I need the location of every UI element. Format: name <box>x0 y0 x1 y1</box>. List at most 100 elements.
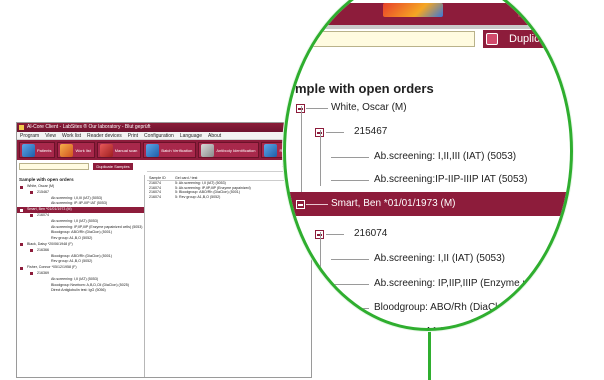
tree-row-label: Ab.screening: I,II (IAT) (5053) <box>51 218 99 223</box>
window-title: Al-Core Client - LabSites ® Our laborato… <box>27 124 151 130</box>
worklist-icon[interactable] <box>383 3 443 17</box>
collapse-icon[interactable] <box>296 200 305 209</box>
tree-row-label: Ab.screening: IP,IIP,IIIP (Enzyme papain… <box>51 224 143 229</box>
tree-row-label: Ab.screening: I,II,III (IAT) (5053) <box>51 195 103 200</box>
tree-row-label: Fisher, Connor *05/12/1958 (F) <box>27 265 77 270</box>
table-cell: 5: Rev group: A1,B,O (5052) <box>175 194 221 199</box>
zoom-tree-row-label: Bloodgroup: ABO/Rh (DiaClon) (5001) <box>374 302 544 313</box>
collapse-icon[interactable] <box>30 214 33 218</box>
column-test[interactable]: Gel card / test <box>175 175 197 180</box>
tree-guide-line <box>301 106 302 192</box>
table-cell: 216074 <box>149 194 161 199</box>
zoom-tree-row[interactable]: Ab.screening: I,II (IAT) (5053) <box>286 247 570 271</box>
tree-connector <box>326 132 344 133</box>
magnified-view: Duplic mple with open orders White, Osca… <box>283 0 573 331</box>
tree-connector <box>331 157 369 158</box>
collapse-icon[interactable] <box>20 266 23 270</box>
tree-connector <box>331 284 369 285</box>
main-toolbar: Patients Work list Manual scan Batch Verifi… <box>17 140 311 160</box>
zoom-tree-row[interactable]: 215467 <box>286 120 570 144</box>
collapse-icon[interactable] <box>20 208 23 212</box>
open-orders-tree: White, Oscar (M) 215467 Ab.screening: I,II… <box>17 184 144 294</box>
tree-row-label: Smart, Ben *01/01/1973 (M) <box>27 207 72 212</box>
zoom-tree-row[interactable]: Ab.screening:IP-IIP-IIIP IAT (5053) <box>286 168 570 192</box>
worklist-icon <box>60 143 74 157</box>
collapse-icon[interactable] <box>30 249 33 253</box>
toolbar-button[interactable]: Manual scan <box>96 142 142 158</box>
zoom-tree-row-label: Ab.screening:IP-IIP-IIIP IAT (5053) <box>374 174 528 185</box>
toolbar-button[interactable]: Batch Verification <box>143 142 197 158</box>
zoom-tree-row[interactable]: Bloodgroup: ABO/Rh (DiaClon) (5001) <box>286 296 570 320</box>
zoom-tree-row-label: Rev group: A1,B,O (5052) <box>374 326 489 328</box>
zoom-tree-row[interactable]: Ab.screening: IP,IIP,IIIP (Enzyme papani… <box>286 272 570 296</box>
toolbar-button-label: Batch Verification <box>161 147 193 153</box>
zoom-tree-row[interactable]: Smart, Ben *01/01/1973 (M) <box>286 192 570 216</box>
collapse-icon[interactable] <box>20 185 23 189</box>
toolbar-button-label: Antibody Identification <box>216 147 256 153</box>
tree-row-label: Ab.screening: I,II (IAT) (5053) <box>51 276 99 281</box>
sample-search-input[interactable] <box>19 163 89 170</box>
tree-connector <box>331 180 369 181</box>
antibody-id-icon <box>201 143 215 157</box>
tree-connector <box>326 234 344 235</box>
zoom-tree-row-label: Smart, Ben *01/01/1973 (M) <box>331 198 456 209</box>
app-logo-icon <box>19 125 24 130</box>
zoom-tree-row[interactable]: Ab.screening: I,II,III (IAT) (5053) <box>286 145 570 169</box>
toolbar-button-icon[interactable] <box>518 3 558 17</box>
patients-icon <box>22 143 35 157</box>
tree-guide-line <box>320 130 321 186</box>
menu-item[interactable]: About <box>208 132 221 139</box>
duplicate-samples-button[interactable]: Duplicate Samples <box>93 163 133 170</box>
zoom-tree-row-label: Ab.screening: I,II,III (IAT) (5053) <box>374 151 517 162</box>
manual-scan-icon <box>99 143 113 157</box>
tree-connector <box>331 308 369 309</box>
zoom-open-orders-heading: mple with open orders <box>295 81 434 96</box>
zoom-duplicate-label: Duplic <box>509 33 540 45</box>
zoom-tree-row[interactable]: White, Oscar (M) <box>286 96 570 120</box>
zoom-tree-row[interactable]: Rev group: A1,B,O (5052) <box>286 320 570 328</box>
collapse-icon[interactable] <box>30 191 33 195</box>
tree-connector <box>331 259 369 260</box>
results-icon <box>264 143 278 157</box>
menu-bar: Program View Work list Reader devices Print C… <box>17 132 311 140</box>
collapse-icon[interactable] <box>30 272 33 276</box>
tree-row-label: Bloodgroup Newborn: A,B,D,Ctl (DiaClon) … <box>51 282 129 287</box>
tree-connector <box>306 108 328 109</box>
tree-row-label: Bloodgroup: ABO/Rh (DiaClon) (5001) <box>51 230 112 235</box>
menu-item[interactable]: Reader devices <box>87 132 122 139</box>
toolbar-divider <box>286 25 570 29</box>
tree-row-label: Rev group: A1,B,O (5052) <box>51 259 93 264</box>
menu-item[interactable]: Print <box>128 132 138 139</box>
zoom-tree-row-label: Ab.screening: I,II (IAT) (5053) <box>374 253 505 264</box>
menu-item[interactable]: Work list <box>62 132 81 139</box>
collapse-icon[interactable] <box>20 243 23 247</box>
zoom-tree-row[interactable]: 216074 <box>286 222 570 246</box>
tree-row-label: Direct Antiglobulin test: IgG (5056) <box>51 288 106 293</box>
toolbar-button-label: Manual scan <box>114 147 138 153</box>
tree-guide-line <box>320 232 321 328</box>
zoom-tree-row-label: White, Oscar (M) <box>331 102 407 113</box>
open-orders-heading: Sample with open orders <box>19 177 74 182</box>
title-bar: Al-Core Client - LabSites ® Our laborato… <box>17 123 311 132</box>
duplicate-icon <box>486 33 498 45</box>
menu-item[interactable]: Configuration <box>144 132 174 139</box>
column-sample-id[interactable]: Sample ID <box>149 175 175 180</box>
zoom-sample-search-input[interactable] <box>303 31 475 47</box>
zoom-tree-row-label: 215467 <box>354 126 388 137</box>
toolbar-button-label: Work list <box>75 147 91 153</box>
toolbar-button[interactable]: Work list <box>57 142 95 158</box>
menu-item[interactable]: Language <box>180 132 202 139</box>
tree-row-label: Bloodgroup: ABO/Rh (DiaClon) (5001) <box>51 253 112 258</box>
zoom-tree-row-label: 216074 <box>354 228 388 239</box>
menu-item[interactable]: View <box>45 132 56 139</box>
tree-row-label: Rev group: A1,B,O (5052) <box>51 236 93 241</box>
tree-row-label: Black, Daisy *20/06/1948 (F) <box>27 241 73 246</box>
toolbar-button-label: Patients <box>37 147 52 153</box>
tree-row[interactable]: Direct Antiglobulin test: IgG (5056) <box>17 288 144 294</box>
menu-item[interactable]: Program <box>20 132 39 139</box>
tree-row-label: 216074 <box>37 212 49 217</box>
toolbar-button[interactable]: Patients <box>19 142 56 158</box>
tree-row-label: 215467 <box>37 189 49 194</box>
tree-row-label: 216366 <box>37 247 49 252</box>
toolbar-button[interactable]: Antibody Identification <box>198 142 260 158</box>
